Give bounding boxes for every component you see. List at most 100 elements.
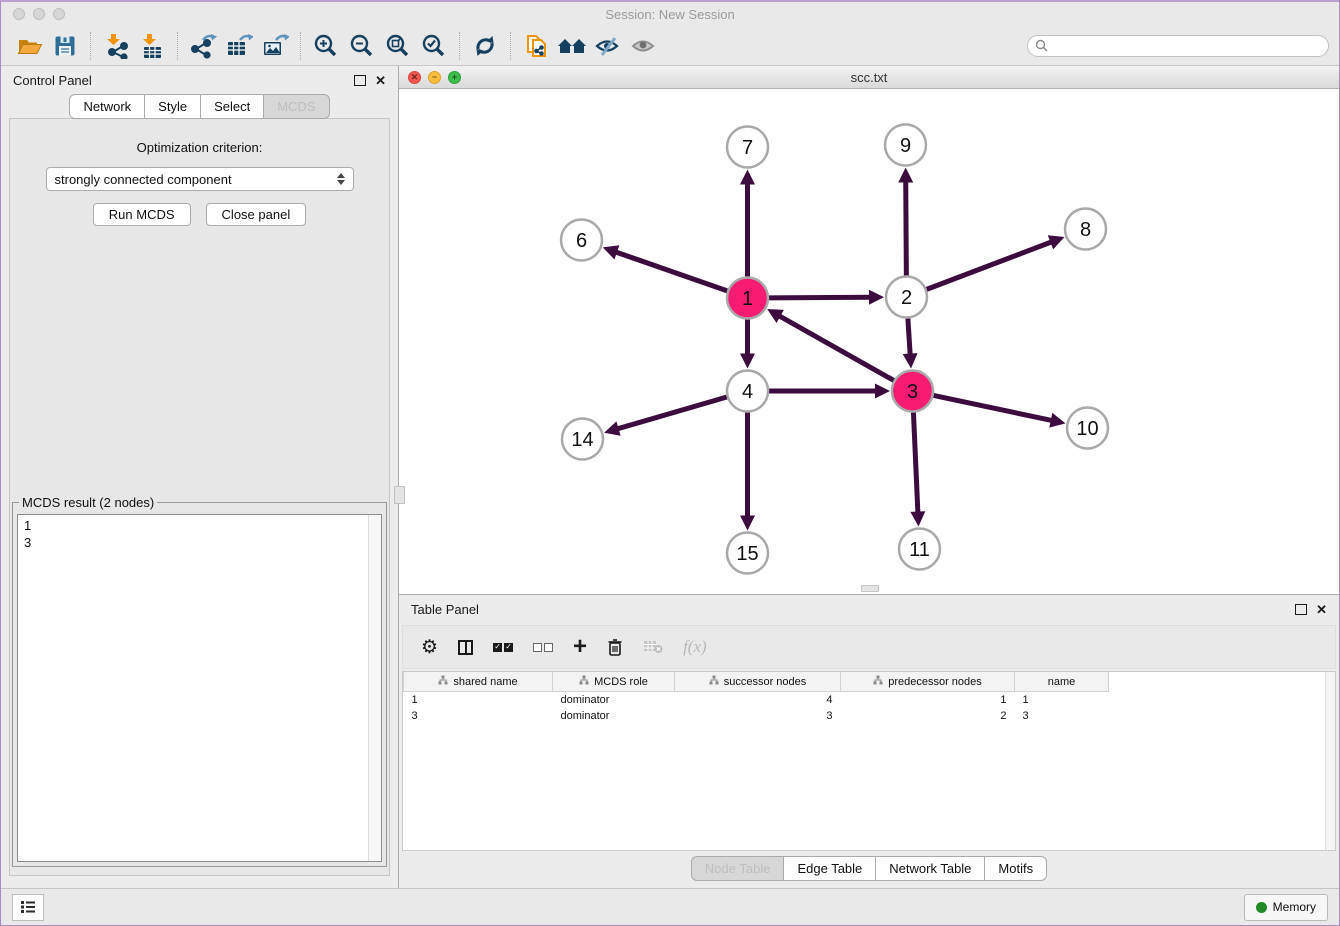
table-tab-node-table[interactable]: Node Table bbox=[691, 856, 785, 881]
table-cell: 1 bbox=[404, 692, 553, 709]
graph-edge-3-11[interactable] bbox=[910, 412, 925, 526]
open-session-button[interactable] bbox=[11, 30, 47, 62]
network-maximize-button[interactable]: + bbox=[448, 71, 461, 84]
splitter-grip[interactable] bbox=[861, 585, 879, 592]
import-table-button[interactable] bbox=[134, 30, 170, 62]
zoom-out-button[interactable] bbox=[344, 30, 380, 62]
column-header-name[interactable]: name bbox=[1015, 672, 1109, 692]
close-panel-button[interactable]: Close panel bbox=[206, 203, 307, 226]
table-row[interactable]: 3dominator323 bbox=[404, 708, 1109, 724]
result-scrollbar[interactable] bbox=[368, 515, 381, 861]
import-network-button[interactable] bbox=[98, 30, 134, 62]
table-tab-network-table[interactable]: Network Table bbox=[876, 856, 985, 881]
toolbar-separator bbox=[510, 32, 511, 60]
network-minimize-button[interactable]: − bbox=[428, 71, 441, 84]
network-close-button[interactable]: ✕ bbox=[408, 71, 421, 84]
export-network-button[interactable] bbox=[185, 30, 221, 62]
show-columns-icon[interactable] bbox=[458, 640, 473, 655]
control-tab-style[interactable]: Style bbox=[145, 94, 201, 119]
graph-edge-4-15[interactable] bbox=[740, 413, 755, 531]
apply-layout-button[interactable] bbox=[467, 30, 503, 62]
save-session-button[interactable] bbox=[47, 30, 83, 62]
network-view-window: ✕ − + scc.txt 1 2 3 4 6 7 8 9 10 11 14 15 bbox=[399, 66, 1339, 595]
window-close-button[interactable] bbox=[13, 8, 25, 20]
graph-node-10[interactable]: 10 bbox=[1067, 408, 1108, 449]
graph-node-14[interactable]: 14 bbox=[562, 419, 603, 460]
network-window-titlebar[interactable]: ✕ − + scc.txt bbox=[399, 66, 1339, 89]
column-header-predecessor-nodes[interactable]: predecessor nodes bbox=[841, 672, 1015, 692]
column-header-shared-name[interactable]: shared name bbox=[404, 672, 553, 692]
close-panel-icon[interactable]: ✕ bbox=[375, 74, 386, 87]
graph-edge-2-8[interactable] bbox=[927, 235, 1065, 289]
function-builder-icon: f(x) bbox=[683, 637, 707, 657]
graph-node-15[interactable]: 15 bbox=[727, 533, 768, 574]
mcds-result-item[interactable]: 3 bbox=[24, 534, 375, 551]
show-view-button[interactable] bbox=[626, 30, 662, 62]
table-toolbar: ⚙ ✓ ✓ + bbox=[402, 625, 1336, 669]
add-row-icon[interactable]: + bbox=[573, 637, 587, 656]
table-tabs: Node TableEdge TableNetwork TableMotifs bbox=[399, 851, 1339, 885]
splitter-grip[interactable] bbox=[394, 486, 405, 504]
optimization-criterion-select[interactable]: strongly connected component bbox=[46, 167, 354, 191]
memory-button[interactable]: Memory bbox=[1244, 894, 1328, 921]
search-input[interactable] bbox=[1052, 38, 1321, 54]
graph-edge-1-4[interactable] bbox=[740, 320, 755, 369]
export-table-icon bbox=[225, 33, 253, 59]
window-minimize-button[interactable] bbox=[33, 8, 45, 20]
window-zoom-button[interactable] bbox=[53, 8, 65, 20]
graph-edge-1-2[interactable] bbox=[769, 290, 884, 305]
table-tab-edge-table[interactable]: Edge Table bbox=[784, 856, 876, 881]
graph-edge-1-7[interactable] bbox=[740, 170, 755, 277]
close-table-panel-icon[interactable]: ✕ bbox=[1316, 603, 1327, 616]
copy-network-view-button[interactable] bbox=[518, 30, 554, 62]
graph-node-8[interactable]: 8 bbox=[1065, 209, 1106, 250]
mcds-result-item[interactable]: 1 bbox=[24, 517, 375, 534]
table-cell: dominator bbox=[553, 692, 675, 709]
column-header-mcds-role[interactable]: MCDS role bbox=[553, 672, 675, 692]
column-header-successor-nodes[interactable]: successor nodes bbox=[675, 672, 841, 692]
graph-node-3[interactable]: 3 bbox=[892, 371, 933, 412]
network-canvas[interactable]: 1 2 3 4 6 7 8 9 10 11 14 15 bbox=[399, 89, 1339, 594]
table-row[interactable]: 1dominator411 bbox=[404, 692, 1109, 709]
svg-text:15: 15 bbox=[736, 543, 758, 565]
unselect-all-checkboxes-icon[interactable] bbox=[533, 643, 553, 652]
graph-node-11[interactable]: 11 bbox=[899, 529, 940, 570]
task-history-button[interactable] bbox=[12, 894, 44, 921]
zoom-fit-button[interactable] bbox=[380, 30, 416, 62]
search-field[interactable] bbox=[1027, 35, 1329, 57]
graph-edge-4-14[interactable] bbox=[604, 397, 727, 436]
node-table: shared nameMCDS rolesuccessor nodesprede… bbox=[403, 672, 1109, 724]
export-image-button[interactable] bbox=[257, 30, 293, 62]
float-table-panel-icon[interactable] bbox=[1295, 604, 1307, 615]
control-tab-mcds[interactable]: MCDS bbox=[264, 94, 329, 119]
delete-rows-icon[interactable] bbox=[607, 638, 623, 657]
network-graph[interactable]: 1 2 3 4 6 7 8 9 10 11 14 15 bbox=[399, 89, 1339, 594]
control-tab-select[interactable]: Select bbox=[201, 94, 264, 119]
graph-node-2[interactable]: 2 bbox=[886, 277, 927, 318]
graph-edge-3-10[interactable] bbox=[934, 395, 1066, 427]
home-button[interactable] bbox=[554, 30, 590, 62]
graph-edge-2-9[interactable] bbox=[898, 167, 913, 275]
control-panel: Control Panel ✕ NetworkStyleSelectMCDS O… bbox=[1, 66, 398, 888]
hide-view-button[interactable] bbox=[590, 30, 626, 62]
select-all-checkboxes-icon[interactable]: ✓ ✓ bbox=[493, 643, 513, 652]
graph-edge-3-1[interactable] bbox=[767, 309, 894, 380]
run-mcds-button[interactable]: Run MCDS bbox=[93, 203, 191, 226]
graph-node-9[interactable]: 9 bbox=[885, 125, 926, 166]
graph-node-4[interactable]: 4 bbox=[727, 371, 768, 412]
table-scrollbar[interactable] bbox=[1325, 672, 1335, 850]
graph-node-6[interactable]: 6 bbox=[561, 220, 602, 261]
zoom-in-button[interactable] bbox=[308, 30, 344, 62]
export-table-button[interactable] bbox=[221, 30, 257, 62]
graph-node-1[interactable]: 1 bbox=[727, 278, 768, 319]
graph-node-7[interactable]: 7 bbox=[727, 127, 768, 168]
zoom-selected-button[interactable] bbox=[416, 30, 452, 62]
settings-gear-icon[interactable]: ⚙ bbox=[421, 638, 438, 657]
eye-icon bbox=[630, 34, 658, 58]
graph-edge-2-3[interactable] bbox=[903, 318, 918, 368]
graph-edge-4-3[interactable] bbox=[769, 384, 890, 399]
graph-edge-1-6[interactable] bbox=[603, 245, 727, 291]
float-panel-icon[interactable] bbox=[354, 75, 366, 86]
table-tab-motifs[interactable]: Motifs bbox=[985, 856, 1047, 881]
control-tab-network[interactable]: Network bbox=[69, 94, 145, 119]
